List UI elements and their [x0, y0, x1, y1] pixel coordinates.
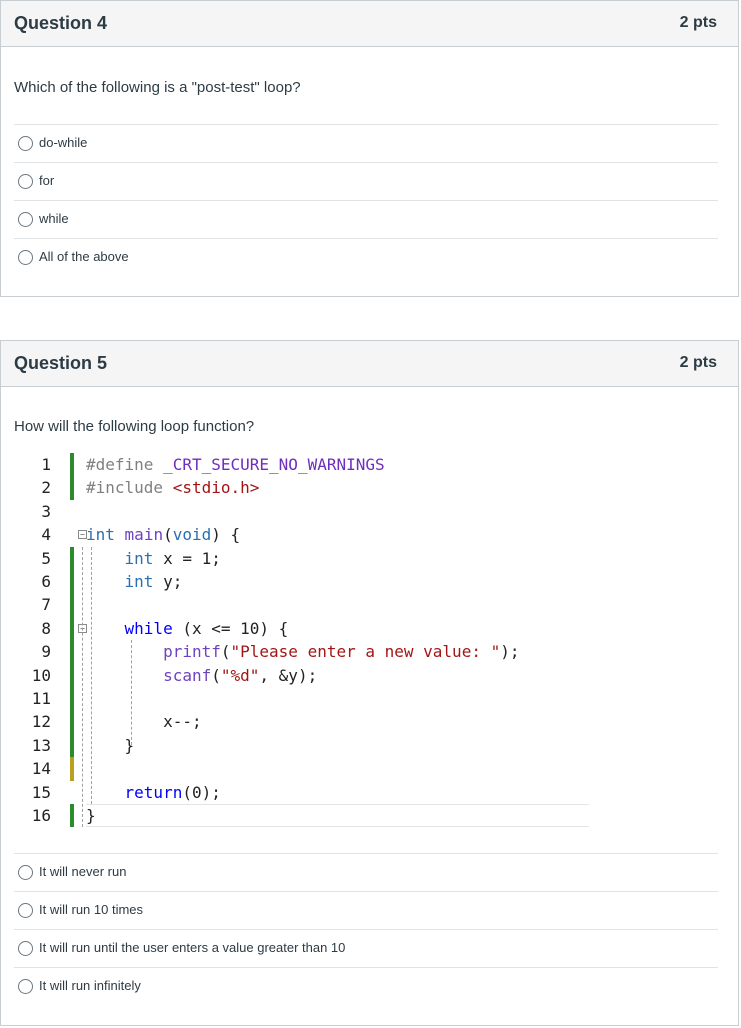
code-line: 8 while (x <= 10) { [14, 616, 589, 641]
code-line: 13 } [14, 733, 589, 758]
line-number: 16 [31, 806, 51, 825]
code-line: 15 return(0); [14, 781, 589, 804]
answer-option[interactable]: while [14, 200, 718, 238]
line-number: 8 [41, 618, 51, 638]
code-line: 14 [14, 757, 589, 781]
question-5: Question 5 2 pts How will the following … [0, 340, 739, 1026]
change-bar [70, 687, 74, 711]
code-text: } [86, 735, 135, 755]
line-number: 9 [41, 642, 51, 662]
answer-option[interactable]: It will run 10 times [14, 891, 718, 929]
question-title: Question 4 [14, 13, 108, 33]
code-text: scanf("%d", &y); [163, 665, 318, 685]
indent-guide [131, 640, 132, 746]
question-header: Question 4 2 pts [1, 1, 738, 47]
change-bar [70, 546, 74, 570]
change-bar [70, 710, 74, 734]
question-header: Question 5 2 pts [1, 341, 738, 387]
change-bar [70, 663, 74, 687]
change-bar [70, 570, 74, 594]
change-bar [70, 476, 74, 500]
answer-label: All of the above [39, 249, 129, 264]
question-text: Which of the following is a "post-test" … [14, 79, 301, 96]
line-number: 12 [31, 712, 51, 732]
answer-list: do-while for while All of the above [14, 124, 718, 276]
radio-button[interactable] [18, 212, 33, 227]
answer-list: It will never run It will run 10 times I… [14, 853, 718, 1005]
question-4: Question 4 2 pts Which of the following … [0, 0, 739, 297]
line-number: 10 [31, 665, 51, 685]
radio-button[interactable] [18, 250, 33, 265]
answer-option[interactable]: It will run infinitely [14, 967, 718, 1005]
answer-option[interactable]: It will never run [14, 853, 718, 891]
code-line: 11 [14, 687, 589, 711]
radio-button[interactable] [18, 865, 33, 880]
line-number: 4 [41, 525, 51, 545]
code-text: int x = 1; [124, 548, 221, 568]
line-number: 11 [31, 689, 51, 708]
question-points: 2 pts [679, 354, 717, 371]
code-line: 12 x--; [14, 710, 589, 734]
change-bar [70, 640, 74, 664]
fold-toggle-icon[interactable]: − [78, 530, 87, 540]
answer-label: It will never run [39, 864, 127, 879]
question-points: 2 pts [679, 14, 717, 31]
code-text: #include <stdio.h> [86, 478, 260, 498]
line-number: 2 [41, 478, 51, 498]
answer-option[interactable]: do-while [14, 124, 718, 162]
change-bar [70, 804, 74, 828]
code-line: 5 int x = 1; [14, 546, 589, 570]
code-line: 1 #define _CRT_SECURE_NO_WARNINGS [14, 453, 589, 477]
change-bar [70, 593, 74, 617]
radio-button[interactable] [18, 174, 33, 189]
line-number: 3 [41, 501, 51, 521]
question-text: How will the following loop function? [14, 418, 255, 435]
code-line: 10 scanf("%d", &y); [14, 663, 589, 687]
answer-label: It will run infinitely [39, 978, 141, 993]
answer-option[interactable]: It will run until the user enters a valu… [14, 929, 718, 967]
code-line: 4 int main(void) { [14, 523, 589, 546]
code-text: #define _CRT_SECURE_NO_WARNINGS [86, 455, 385, 474]
line-number: 13 [31, 735, 51, 755]
answer-option[interactable]: All of the above [14, 238, 718, 276]
question-title: Question 5 [14, 353, 108, 373]
answer-label: while [39, 211, 69, 226]
code-text: printf("Please enter a new value: "); [163, 642, 520, 662]
change-bar [70, 733, 74, 758]
indent-guide [82, 546, 83, 828]
answer-label: for [39, 173, 55, 188]
answer-option[interactable]: for [14, 162, 718, 200]
line-number: 7 [41, 595, 51, 615]
code-text: } [86, 806, 96, 825]
change-bar [70, 757, 74, 781]
change-bar [70, 453, 74, 477]
line-number: 14 [31, 759, 51, 779]
radio-button[interactable] [18, 903, 33, 918]
code-line: 9 printf("Please enter a new value: "); [14, 640, 589, 664]
radio-button[interactable] [18, 979, 33, 994]
line-number: 5 [41, 548, 51, 568]
code-text: int y; [124, 572, 183, 591]
code-line: 7 [14, 593, 589, 617]
answer-label: It will run 10 times [39, 902, 144, 917]
code-line: 16} [14, 804, 589, 828]
indent-guide [91, 546, 92, 804]
code-text: x--; [86, 712, 202, 732]
code-line: 6 int y; [14, 570, 589, 594]
line-number: 1 [41, 455, 51, 474]
line-number: 6 [41, 572, 51, 591]
code-text: int main(void) { [86, 525, 241, 545]
code-line: 3 [14, 500, 589, 523]
code-text: return(0); [124, 782, 221, 802]
code-image: 1 #define _CRT_SECURE_NO_WARNINGS 2 #includ… [14, 453, 589, 828]
code-line: 2 #include <stdio.h> [14, 476, 589, 500]
radio-button[interactable] [18, 136, 33, 151]
line-number: 15 [31, 782, 51, 802]
answer-label: do-while [39, 135, 88, 150]
code-text: while (x <= 10) { [124, 618, 289, 638]
current-line-highlight [86, 804, 589, 828]
radio-button[interactable] [18, 941, 33, 956]
change-bar [70, 616, 74, 641]
answer-label: It will run until the user enters a valu… [39, 940, 346, 955]
